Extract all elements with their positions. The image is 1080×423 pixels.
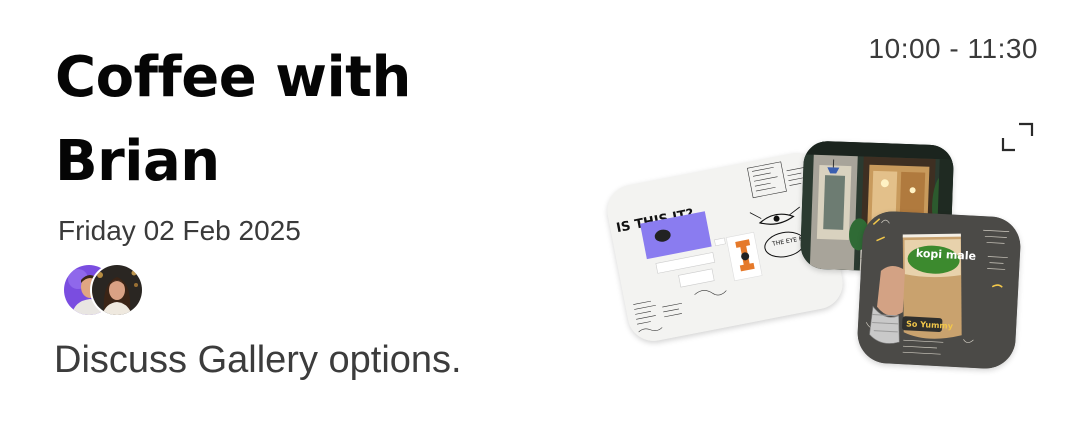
- event-title: Coffee with Brian: [55, 45, 411, 194]
- attendee-avatar-2[interactable]: [90, 263, 144, 317]
- event-card[interactable]: Coffee with Brian 10:00 - 11:30 Friday 0…: [0, 0, 1080, 423]
- iced-coffee-image: kopi male So Yummy: [856, 209, 1022, 371]
- attendee-avatars[interactable]: [62, 263, 152, 319]
- avatar-woman-icon: [92, 265, 142, 315]
- event-date: Friday 02 Feb 2025: [58, 215, 301, 246]
- event-time-range: 10:00 - 11:30: [868, 33, 1038, 64]
- image-gallery[interactable]: IS THIS IT? THE EYE KNOWS: [602, 140, 1036, 380]
- event-description: Discuss Gallery options.: [54, 339, 462, 381]
- gallery-image-coffee[interactable]: kopi male So Yummy: [856, 209, 1022, 371]
